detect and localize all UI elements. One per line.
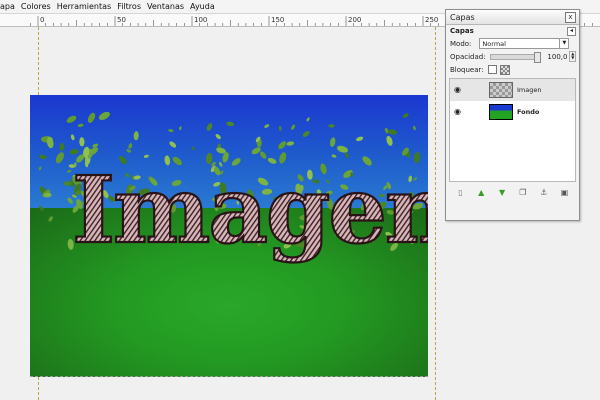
leaf xyxy=(226,121,235,127)
menu-colores[interactable]: Colores xyxy=(21,2,57,11)
leaf xyxy=(330,137,336,147)
dialog-titlebar[interactable]: Capas x xyxy=(446,10,579,25)
leaf xyxy=(63,181,72,186)
leaf xyxy=(286,141,295,146)
menu-herramientas[interactable]: Herramientas xyxy=(57,2,118,11)
leaf xyxy=(302,131,310,137)
leaf xyxy=(133,131,139,141)
right-guide xyxy=(435,27,436,400)
mode-row: Modo: Normal ▼ xyxy=(446,37,579,50)
ruler-label: 250 xyxy=(425,16,438,24)
leaf xyxy=(356,136,364,142)
leaf xyxy=(169,141,177,148)
layer-thumbnail xyxy=(489,82,513,98)
layer-row-imagen[interactable]: ◉ Imagen xyxy=(450,79,575,101)
ruler-label: 0 xyxy=(40,16,44,24)
leaf xyxy=(387,129,398,135)
layer-thumbnail xyxy=(489,104,513,120)
layers-dialog: Capas x Capas ◂ Modo: Normal ▼ Opacidad:… xyxy=(445,9,580,221)
chevron-down-icon: ▼ xyxy=(559,39,568,48)
leaf xyxy=(179,126,182,131)
lock-alpha-icon[interactable] xyxy=(499,64,510,75)
layers-toolbar: ▯ ▲ ▼ ❐ ⚓ ▣ xyxy=(446,184,579,202)
leaf xyxy=(191,146,195,150)
dialog-title: Capas xyxy=(450,12,475,22)
lock-pixels-checkbox[interactable] xyxy=(487,65,497,74)
panel-menu-arrow-icon[interactable]: ◂ xyxy=(567,26,576,36)
panel-title: Capas xyxy=(450,27,474,35)
leaf xyxy=(66,115,77,123)
leaf xyxy=(264,124,270,128)
opacity-row: Opacidad: 100,0 ▲ ▼ xyxy=(446,50,579,63)
leaf xyxy=(278,126,282,131)
opacity-slider[interactable] xyxy=(489,51,542,63)
delete-layer-icon[interactable]: ▣ xyxy=(560,188,570,198)
leaf xyxy=(59,142,65,152)
leaf xyxy=(402,113,409,118)
leaf xyxy=(336,145,349,153)
leaf xyxy=(206,123,213,131)
anchor-layer-icon[interactable]: ⚓ xyxy=(539,188,549,198)
image-canvas[interactable]: Imagen xyxy=(30,95,428,377)
ruler-label: 100 xyxy=(194,16,207,24)
leaf xyxy=(413,125,416,131)
leaf xyxy=(69,149,79,155)
eye-icon[interactable]: ◉ xyxy=(454,86,463,94)
imagen-text-art: Imagen xyxy=(72,156,428,264)
raise-layer-icon[interactable]: ▲ xyxy=(476,188,486,198)
leaf xyxy=(48,216,53,222)
leaf xyxy=(168,129,174,133)
leaf xyxy=(98,111,110,120)
panel-header: Capas ◂ xyxy=(446,25,579,37)
mode-select[interactable]: Normal ▼ xyxy=(479,38,570,49)
layer-name[interactable]: Fondo xyxy=(517,108,539,116)
opacity-label: Opacidad: xyxy=(450,52,486,61)
opacity-slider-fill xyxy=(490,54,541,59)
menu-capa[interactable]: apa xyxy=(0,2,21,11)
lock-label: Bloquear: xyxy=(450,65,484,74)
leaf xyxy=(79,137,85,147)
leaf xyxy=(306,117,310,122)
leaf xyxy=(77,123,84,128)
ruler-label: 50 xyxy=(117,16,126,24)
leaf xyxy=(38,206,44,211)
layers-list: ◉ Imagen ◉ Fondo xyxy=(449,78,576,182)
eye-icon[interactable]: ◉ xyxy=(454,108,463,116)
duplicate-layer-icon[interactable]: ❐ xyxy=(518,188,528,198)
menu-filtros[interactable]: Filtros xyxy=(117,2,147,11)
ruler-label: 150 xyxy=(271,16,284,24)
opacity-slider-handle[interactable] xyxy=(534,51,542,63)
leaf xyxy=(328,124,335,128)
leaf xyxy=(126,149,131,153)
mode-value: Normal xyxy=(482,39,506,48)
leaf xyxy=(55,152,64,164)
leaf xyxy=(128,143,133,149)
text-art: Imagen xyxy=(38,111,428,265)
menu-ventanas[interactable]: Ventanas xyxy=(147,2,190,11)
leaf xyxy=(386,135,393,146)
leaf xyxy=(215,134,221,140)
ruler-label: 200 xyxy=(348,16,361,24)
leaf xyxy=(70,134,75,141)
leaf xyxy=(38,166,42,171)
mode-label: Modo: xyxy=(450,39,472,48)
close-icon[interactable]: x xyxy=(565,11,576,23)
menu-ayuda[interactable]: Ayuda xyxy=(190,2,221,11)
lock-row: Bloquear: xyxy=(446,63,579,76)
leaf xyxy=(291,124,296,130)
leaf xyxy=(87,112,96,123)
layer-row-fondo[interactable]: ◉ Fondo xyxy=(450,101,575,123)
lower-layer-icon[interactable]: ▼ xyxy=(497,188,507,198)
new-layer-icon[interactable]: ▯ xyxy=(455,188,465,198)
layer-name[interactable]: Imagen xyxy=(517,86,541,94)
opacity-value[interactable]: 100,0 xyxy=(547,53,567,61)
opacity-spin-icon[interactable]: ▲ ▼ xyxy=(569,51,576,62)
leaf xyxy=(39,154,47,160)
image-bottom-border xyxy=(30,376,428,377)
